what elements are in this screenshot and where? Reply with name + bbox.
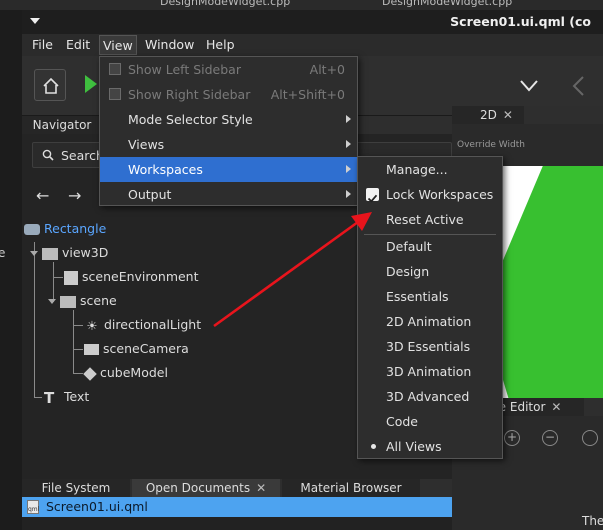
- tree-item-directionallight[interactable]: ☀ directionalLight: [84, 314, 201, 336]
- tree-guide: [73, 325, 83, 326]
- menu-item-views[interactable]: Views: [100, 132, 357, 157]
- menu-help[interactable]: Help: [206, 37, 235, 52]
- menu-item-lock-workspaces[interactable]: Lock Workspaces: [358, 182, 502, 207]
- close-icon[interactable]: ✕: [256, 479, 266, 497]
- text-icon: T: [44, 388, 55, 407]
- menu-bar: File Edit View Window Help: [22, 34, 603, 56]
- tab-2d[interactable]: 2D ✕: [452, 106, 524, 124]
- submenu-arrow-icon: [346, 165, 351, 173]
- tree-guide: [34, 397, 42, 398]
- expand-arrow-icon[interactable]: [30, 251, 38, 256]
- menu-item-workspace-3d-advanced[interactable]: 3D Advanced: [358, 384, 502, 409]
- tree-guide: [73, 349, 83, 350]
- qml-file-icon: qml: [27, 500, 39, 514]
- tree-item-scene[interactable]: scene: [48, 290, 117, 312]
- menu-item-show-left-sidebar[interactable]: Show Left Sidebar Alt+0: [100, 57, 357, 82]
- empty-area: [22, 517, 452, 530]
- menu-item-workspace-design[interactable]: Design: [358, 259, 502, 284]
- menu-item-show-right-sidebar[interactable]: Show Right Sidebar Alt+Shift+0: [100, 82, 357, 107]
- properties-text: The: [582, 514, 603, 528]
- tree-guide: [34, 242, 35, 398]
- back-arrow-icon[interactable]: [572, 76, 584, 96]
- submenu-arrow-icon: [346, 190, 351, 198]
- add-icon[interactable]: +: [504, 430, 520, 446]
- light-icon: ☀: [86, 317, 98, 333]
- remove-icon[interactable]: −: [542, 430, 558, 446]
- menu-item-mode-selector-style[interactable]: Mode Selector Style: [100, 107, 357, 132]
- workspaces-menu: Manage... Lock Workspaces Reset Active D…: [357, 156, 503, 459]
- model-icon: [83, 366, 97, 381]
- close-icon[interactable]: ✕: [503, 106, 513, 124]
- view3d-icon: [42, 247, 58, 260]
- search-icon: [42, 149, 54, 161]
- menu-item-workspace-code[interactable]: Code: [358, 409, 502, 434]
- tab-file-system[interactable]: File System: [22, 479, 130, 497]
- chevron-down-icon[interactable]: [520, 80, 538, 92]
- rectangle-icon: [24, 224, 40, 235]
- submenu-arrow-icon: [346, 140, 351, 148]
- sidebar-icon: [109, 63, 121, 75]
- sidebar-icon: [109, 88, 121, 100]
- menu-item-workspace-default[interactable]: Default: [358, 234, 502, 259]
- desktop-left-strip: e: [0, 10, 22, 530]
- tab-navigator[interactable]: Navigator: [22, 116, 102, 134]
- tree-guide: [73, 373, 83, 374]
- menu-item-output[interactable]: Output: [100, 182, 357, 207]
- open-document-row[interactable]: qml Screen01.ui.qml: [22, 497, 452, 517]
- check-icon: [367, 194, 378, 203]
- bottom-tabbar: File System Open Documents ✕ Material Bro…: [22, 479, 452, 497]
- desktop-tab-label: DesignModeWidget.cpp: [382, 0, 513, 8]
- desktop-tab-label: DesignModeWidget.cpp: [160, 0, 291, 8]
- scene-icon: [60, 295, 76, 308]
- menu-item-workspace-3d-essentials[interactable]: 3D Essentials: [358, 334, 502, 359]
- options-icon[interactable]: [582, 430, 598, 446]
- tree-guide: [53, 277, 63, 278]
- view2d-tabbar: 2D ✕: [452, 106, 603, 124]
- tree-item-sceneenvironment[interactable]: sceneEnvironment: [64, 266, 199, 288]
- close-icon[interactable]: ✕: [551, 398, 561, 416]
- checkbox[interactable]: [366, 188, 379, 203]
- menu-item-workspaces[interactable]: Workspaces: [100, 157, 357, 182]
- window-menu-icon[interactable]: [30, 18, 40, 24]
- menu-window[interactable]: Window: [145, 37, 194, 52]
- title-bar[interactable]: Screen01.ui.qml (co: [22, 10, 603, 34]
- tree-item-scenecamera[interactable]: sceneCamera: [84, 338, 189, 360]
- tree-item-text[interactable]: T Text: [44, 386, 89, 408]
- home-button[interactable]: [34, 69, 66, 101]
- tree-item-cubemodel[interactable]: cubeModel: [83, 362, 168, 384]
- submenu-arrow-icon: [346, 115, 351, 123]
- tab-material-browser[interactable]: Material Browser: [282, 479, 420, 497]
- tab-properties-editor[interactable]: re Editor ✕: [492, 398, 584, 416]
- menu-item-workspace-3d-animation[interactable]: 3D Animation: [358, 359, 502, 384]
- desktop-top-strip: DesignModeWidget.cpp DesignModeWidget.cp…: [0, 0, 603, 10]
- override-width-label: Override Width: [457, 140, 525, 150]
- scene-environment-icon: [64, 270, 78, 285]
- active-radio-icon: [371, 444, 376, 449]
- view-menu: Show Left Sidebar Alt+0 Show Right Sideb…: [99, 56, 358, 206]
- menu-file[interactable]: File: [32, 37, 53, 52]
- menu-item-manage[interactable]: Manage...: [358, 157, 502, 182]
- camera-icon: [84, 344, 99, 355]
- menu-item-workspace-essentials[interactable]: Essentials: [358, 284, 502, 309]
- home-icon: [43, 77, 59, 94]
- tree-item-rectangle[interactable]: Rectangle: [24, 218, 106, 240]
- expand-arrow-icon[interactable]: [48, 299, 56, 304]
- play-icon[interactable]: [84, 74, 98, 94]
- menu-edit[interactable]: Edit: [66, 37, 90, 52]
- tree-item-view3d[interactable]: view3D: [30, 242, 108, 264]
- open-document-name: Screen01.ui.qml: [46, 499, 148, 514]
- menu-item-workspace-all-views[interactable]: All Views: [358, 434, 502, 459]
- menu-item-reset-active[interactable]: Reset Active: [358, 207, 502, 232]
- menu-item-workspace-2d-animation[interactable]: 2D Animation: [358, 309, 502, 334]
- menu-view[interactable]: View: [99, 35, 137, 55]
- search-placeholder: Search: [61, 148, 104, 163]
- nav-forward-icon[interactable]: →: [68, 186, 81, 205]
- tree-guide: [73, 310, 74, 374]
- window-title: Screen01.ui.qml (co: [450, 14, 591, 29]
- nav-back-icon[interactable]: ←: [36, 186, 49, 205]
- tab-open-documents[interactable]: Open Documents ✕: [132, 479, 280, 497]
- desktop-left-text: e: [0, 246, 6, 260]
